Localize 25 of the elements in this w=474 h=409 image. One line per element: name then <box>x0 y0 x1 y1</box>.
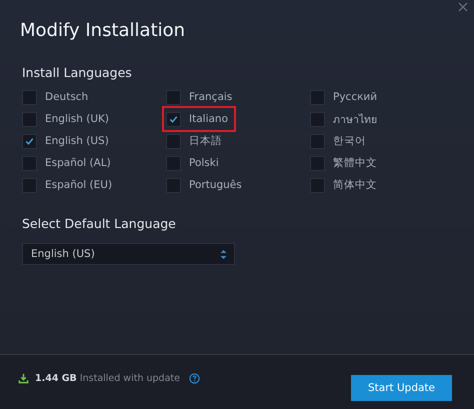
start-update-button[interactable]: Start Update <box>351 375 452 401</box>
install-size-text: 1.44 GB Installed with update <box>35 372 180 384</box>
language-checkbox[interactable]: 한국어 <box>310 132 370 150</box>
language-checkbox[interactable]: 繁體中文 <box>310 154 381 172</box>
language-checkbox[interactable]: English (US) <box>22 132 113 150</box>
window-title: Modify Installation <box>20 20 186 41</box>
language-checkbox[interactable]: Italiano <box>166 110 232 128</box>
language-checkbox[interactable]: Français <box>166 88 236 106</box>
language-checkbox[interactable]: Português <box>166 176 246 194</box>
language-checkbox[interactable]: English (UK) <box>22 110 114 128</box>
language-checkbox[interactable]: 简体中文 <box>310 176 381 194</box>
language-checkbox[interactable]: ภาษาไทย <box>310 110 381 128</box>
close-icon[interactable] <box>458 2 468 12</box>
language-checkbox[interactable]: Русский <box>310 88 382 106</box>
language-checkbox[interactable]: Polski <box>166 154 223 172</box>
section-heading: Select Default Language <box>22 216 177 231</box>
language-checkbox[interactable]: Español (AL) <box>22 154 115 172</box>
language-checkbox[interactable]: Deutsch <box>22 88 92 106</box>
language-checkbox[interactable]: Español (EU) <box>22 176 116 194</box>
language-dropdown[interactable]: English (US) <box>22 243 235 265</box>
help-icon[interactable] <box>188 372 200 384</box>
language-checkbox[interactable]: 日本語 <box>166 132 226 150</box>
download-icon <box>18 372 29 384</box>
up-down-arrows-icon <box>220 248 227 260</box>
section-heading: Install Languages <box>22 65 133 80</box>
